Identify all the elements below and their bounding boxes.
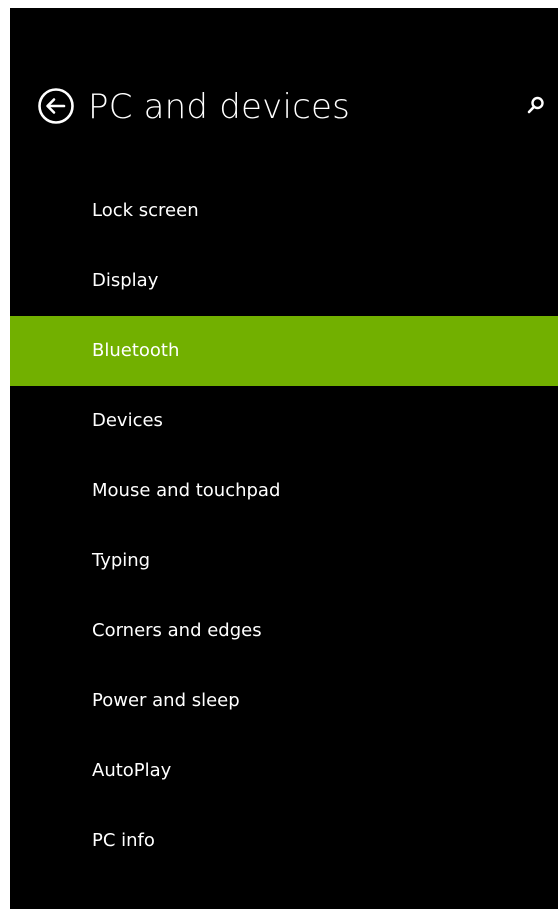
menu-item-label: Display — [92, 270, 159, 291]
menu-item-label: Devices — [92, 410, 163, 431]
menu-item-label: PC info — [92, 830, 155, 851]
menu-item-mouse-and-touchpad[interactable]: Mouse and touchpad — [10, 456, 558, 526]
menu-item-label: Corners and edges — [92, 620, 262, 641]
menu-item-power-and-sleep[interactable]: Power and sleep — [10, 666, 558, 736]
menu-item-autoplay[interactable]: AutoPlay — [10, 736, 558, 806]
menu-item-label: AutoPlay — [92, 760, 172, 781]
back-button[interactable] — [37, 87, 75, 125]
back-arrow-circle-icon — [38, 88, 74, 124]
page-header: PC and devices — [10, 83, 558, 143]
search-icon — [527, 96, 544, 114]
screenshot-frame: PC and devices Lock screen Display Bluet… — [0, 0, 558, 909]
menu-item-label: Typing — [92, 550, 151, 571]
settings-menu: Lock screen Display Bluetooth Devices Mo… — [10, 176, 558, 876]
search-button[interactable] — [526, 95, 550, 119]
menu-item-label: Lock screen — [92, 200, 199, 221]
settings-panel: PC and devices Lock screen Display Bluet… — [10, 8, 558, 909]
menu-item-label: Mouse and touchpad — [92, 480, 281, 501]
menu-item-lock-screen[interactable]: Lock screen — [10, 176, 558, 246]
menu-item-devices[interactable]: Devices — [10, 386, 558, 456]
page-title: PC and devices — [88, 87, 351, 127]
menu-item-label: Power and sleep — [92, 690, 240, 711]
menu-item-display[interactable]: Display — [10, 246, 558, 316]
menu-item-bluetooth[interactable]: Bluetooth — [10, 316, 558, 386]
menu-item-pc-info[interactable]: PC info — [10, 806, 558, 876]
menu-item-typing[interactable]: Typing — [10, 526, 558, 596]
menu-item-corners-and-edges[interactable]: Corners and edges — [10, 596, 558, 666]
menu-item-label: Bluetooth — [92, 340, 180, 361]
